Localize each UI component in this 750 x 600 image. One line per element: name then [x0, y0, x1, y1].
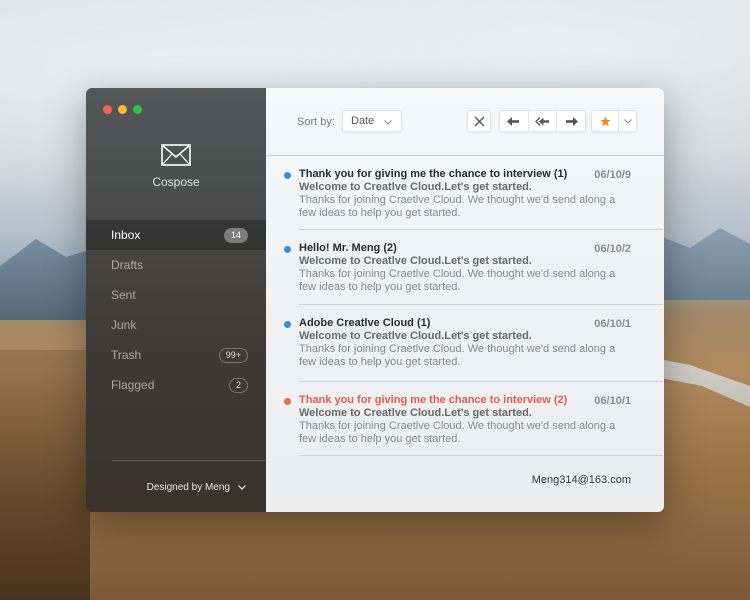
sort-select[interactable]: Date: [342, 110, 402, 132]
reply-all-icon: [535, 116, 549, 126]
app-logo: Cospose: [86, 144, 266, 189]
count-badge: 2: [228, 377, 248, 393]
mail-preview-body: Thanks for joining Craetlve Cloud. We th…: [299, 343, 616, 368]
reply-button-group: [499, 110, 586, 132]
sidebar-item-flagged[interactable]: Flagged 2: [86, 370, 266, 400]
sidebar-item-label: Trash: [111, 348, 142, 362]
chevron-down-icon: [238, 484, 246, 490]
unread-indicator: [284, 246, 291, 253]
toolbar: Sort by: Date: [266, 88, 664, 156]
mail-preview-body: Thanks for joining Craetlve Cloud. We th…: [299, 194, 616, 219]
mail-preview-title: Welcome to Creatlve Cloud.Let's get star…: [299, 330, 532, 342]
reply-button[interactable]: [500, 111, 528, 131]
count-badge: 99+: [218, 347, 248, 363]
minimize-window-button[interactable]: [118, 105, 127, 114]
chevron-down-icon: [384, 120, 392, 125]
mailbox-nav: Inbox 14 Drafts Sent Junk Trash 99+ Flag…: [86, 220, 266, 400]
forward-icon: [565, 116, 578, 126]
mail-preview-body: Thanks for joining Craetlve Cloud. We th…: [299, 420, 616, 445]
sort-value: Date: [351, 115, 375, 127]
mail-item[interactable]: Hello! Mr. Meng (2) 06/10/2 Welcome to C…: [284, 230, 663, 305]
mail-preview-title: Welcome to Creatlve Cloud.Let's get star…: [299, 407, 532, 419]
unread-indicator: [284, 398, 291, 405]
mail-preview-title: Welcome to Creatlve Cloud.Let's get star…: [299, 181, 532, 193]
delete-button[interactable]: [467, 110, 491, 132]
mail-date: 06/10/1: [594, 395, 631, 407]
mail-date: 06/10/9: [594, 169, 631, 181]
sidebar-item-sent[interactable]: Sent: [86, 280, 266, 310]
star-icon: [599, 115, 611, 126]
window-controls: [103, 105, 142, 114]
mail-item[interactable]: Thank you for giving me the chance to in…: [284, 156, 663, 230]
forward-button[interactable]: [556, 111, 585, 131]
designer-credit-label: Designed by Meng: [146, 481, 230, 493]
sidebar: Cospose Inbox 14 Drafts Sent Junk Trash …: [86, 88, 266, 512]
mail-preview-title: Welcome to Creatlve Cloud.Let's get star…: [299, 255, 532, 267]
envelope-icon: [161, 144, 191, 166]
unread-indicator: [284, 321, 291, 328]
unread-indicator: [284, 172, 291, 179]
app-name: Cospose: [152, 175, 200, 189]
sidebar-item-label: Drafts: [111, 258, 144, 272]
sidebar-item-label: Sent: [111, 288, 136, 302]
designer-credit-dropdown[interactable]: Designed by Meng: [112, 460, 266, 512]
sidebar-item-label: Junk: [111, 318, 137, 332]
star-options-button[interactable]: [618, 111, 636, 131]
sidebar-item-inbox[interactable]: Inbox 14: [86, 220, 266, 250]
flag-button-group: [591, 110, 637, 132]
unread-count-badge: 14: [223, 227, 248, 243]
zoom-window-button[interactable]: [133, 105, 142, 114]
mail-list: Thank you for giving me the chance to in…: [266, 156, 664, 456]
mail-item[interactable]: Thank you for giving me the chance to in…: [284, 382, 663, 456]
account-email: Meng314@163.com: [531, 474, 631, 486]
background-shadow: [0, 350, 90, 600]
sidebar-item-trash[interactable]: Trash 99+: [86, 340, 266, 370]
sort-label: Sort by:: [297, 116, 335, 128]
reply-icon: [507, 116, 520, 126]
mail-item[interactable]: Adobe Creatlve Cloud (1) 06/10/1 Welcome…: [284, 305, 663, 382]
mail-window: Cospose Inbox 14 Drafts Sent Junk Trash …: [86, 88, 664, 512]
mail-date: 06/10/2: [594, 243, 631, 255]
sidebar-item-drafts[interactable]: Drafts: [86, 250, 266, 280]
sidebar-item-label: Flagged: [111, 378, 155, 392]
sidebar-item-junk[interactable]: Junk: [86, 310, 266, 340]
mail-date: 06/10/1: [594, 318, 631, 330]
mail-preview-body: Thanks for joining Craetlve Cloud. We th…: [299, 268, 616, 293]
reply-all-button[interactable]: [527, 111, 557, 131]
close-window-button[interactable]: [103, 105, 112, 114]
star-button[interactable]: [592, 111, 618, 131]
mail-list-pane: Sort by: Date Thank you for giving me th…: [266, 88, 664, 512]
close-icon: [474, 116, 484, 126]
chevron-down-icon: [623, 118, 632, 124]
sidebar-item-label: Inbox: [111, 228, 141, 242]
